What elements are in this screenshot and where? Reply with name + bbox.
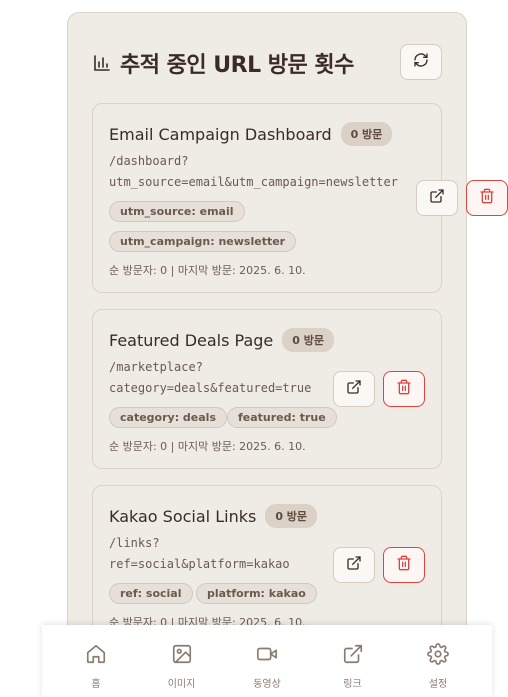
- home-icon: [85, 643, 107, 669]
- param-tag: featured: true: [227, 407, 337, 428]
- gear-icon: [427, 643, 449, 669]
- visit-count-badge: 0 방문: [265, 504, 318, 528]
- card-url: /dashboard? utm_source=email&utm_campaig…: [109, 151, 398, 193]
- nav-label: 홈: [91, 679, 101, 690]
- card-title: Featured Deals Page: [109, 330, 274, 350]
- nav-item-video[interactable]: 동영상: [235, 625, 299, 697]
- card-url: /marketplace? category=deals&featured=tr…: [109, 357, 311, 399]
- nav-label: 설정: [428, 679, 448, 690]
- external-link-icon: [346, 555, 362, 575]
- refresh-button[interactable]: [400, 44, 442, 80]
- refresh-icon: [413, 52, 429, 72]
- nav-item-image[interactable]: 이미지: [150, 625, 214, 697]
- card-stats: 순 방문자: 0 | 마지막 방문: 2025. 6. 10.: [109, 440, 306, 453]
- param-tag: utm_campaign: newsletter: [109, 231, 297, 252]
- param-tag: utm_source: email: [109, 201, 245, 222]
- nav-item-link[interactable]: 링크: [321, 625, 385, 697]
- nav-label: 동영상: [253, 679, 281, 690]
- external-link-icon: [346, 379, 362, 399]
- trash-icon: [396, 555, 412, 575]
- video-icon: [256, 643, 278, 669]
- delete-button[interactable]: [383, 547, 425, 583]
- tracked-urls-panel: 추적 중인 URL 방문 횟수 Email Campaign Dashboard…: [67, 12, 508, 697]
- url-line: category=deals&featured=true: [109, 381, 312, 395]
- open-link-button[interactable]: [333, 547, 375, 583]
- panel-header: 추적 중인 URL 방문 횟수: [92, 43, 442, 83]
- card-title: Kakao Social Links: [109, 506, 257, 526]
- image-icon: [171, 643, 193, 669]
- external-link-icon: [342, 643, 364, 669]
- page-title: 추적 중인 URL 방문 횟수: [120, 53, 354, 78]
- url-line: ref=social&platform=kakao: [109, 557, 290, 571]
- trash-icon: [396, 379, 412, 399]
- url-line: /dashboard?: [109, 154, 189, 168]
- card-url: /links? ref=social&platform=kakao: [109, 533, 290, 575]
- nav-item-settings[interactable]: 설정: [406, 625, 470, 697]
- visit-count-badge: 0 방문: [340, 122, 393, 146]
- bottom-nav: 홈 이미지 동영상 링크 설정: [42, 625, 492, 697]
- url-line: /marketplace?: [109, 360, 203, 374]
- nav-label: 이미지: [167, 679, 196, 690]
- trash-icon: [479, 188, 495, 208]
- card-title: Email Campaign Dashboard: [109, 124, 332, 144]
- visit-count-badge: 0 방문: [282, 328, 335, 352]
- external-link-icon: [429, 188, 445, 208]
- url-line: utm_source=email&utm_campaign=newsletter: [109, 175, 398, 189]
- url-card: Email Campaign Dashboard 0 방문 /dashboard…: [92, 103, 442, 293]
- bar-chart-icon: [92, 53, 112, 73]
- nav-label: 링크: [343, 679, 362, 690]
- open-link-button[interactable]: [333, 371, 375, 407]
- param-tag: ref: social: [109, 583, 193, 604]
- param-tag: platform: kakao: [196, 583, 317, 604]
- delete-button[interactable]: [383, 371, 425, 407]
- open-link-button[interactable]: [416, 180, 458, 216]
- param-tag: category: deals: [109, 407, 227, 428]
- delete-button[interactable]: [466, 180, 508, 216]
- card-stats: 순 방문자: 0 | 마지막 방문: 2025. 6. 10.: [109, 264, 306, 277]
- nav-item-home[interactable]: 홈: [64, 625, 128, 697]
- url-line: /links?: [109, 536, 160, 550]
